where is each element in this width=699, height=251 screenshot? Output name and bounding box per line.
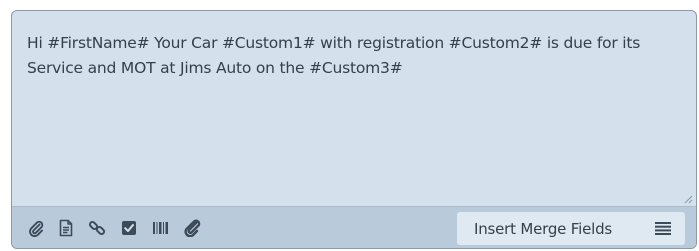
insert-merge-fields-button[interactable]: Insert Merge Fields — [457, 212, 685, 245]
resize-grip-icon[interactable] — [683, 194, 693, 204]
insert-merge-fields-label: Insert Merge Fields — [474, 219, 613, 238]
paperclip-icon[interactable] — [26, 218, 46, 238]
message-composer: Hi #FirstName# Your Car #Custom1# with r… — [11, 10, 697, 249]
document-icon[interactable] — [56, 218, 76, 238]
list-icon — [655, 222, 671, 235]
editor-toolbar: Insert Merge Fields — [12, 206, 696, 248]
link-icon[interactable] — [87, 218, 107, 238]
message-textarea[interactable]: Hi #FirstName# Your Car #Custom1# with r… — [12, 11, 696, 206]
attachment-icon[interactable] — [182, 218, 202, 238]
barcode-icon[interactable] — [151, 218, 171, 238]
checkbox-icon[interactable] — [119, 218, 139, 238]
